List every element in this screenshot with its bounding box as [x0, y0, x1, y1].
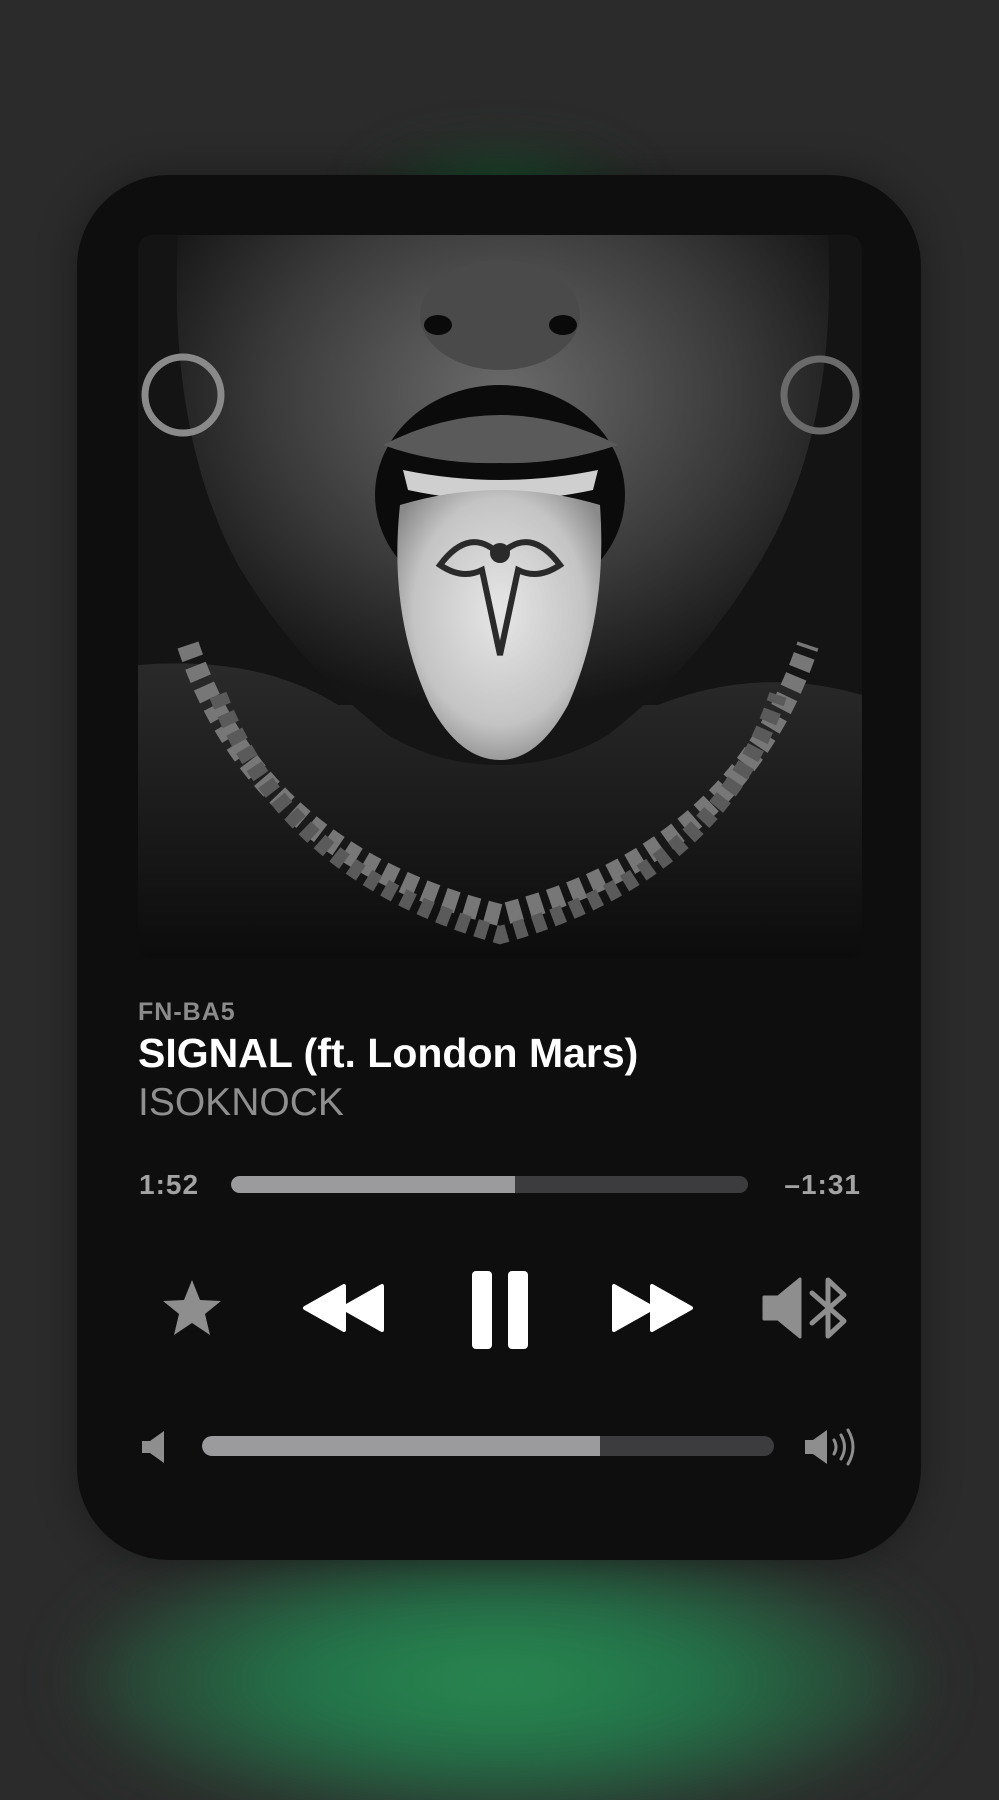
track-title: SIGNAL (ft. London Mars): [138, 1030, 639, 1076]
album-name: FN-BA5: [138, 998, 236, 1026]
volume-min-icon: [140, 1429, 170, 1465]
playback-progress-fill: [231, 1176, 516, 1193]
ambient-glow-bottom: [80, 1540, 920, 1800]
fast-forward-button[interactable]: [607, 1273, 697, 1343]
pause-icon: [471, 1271, 528, 1349]
volume-max-icon: [803, 1427, 859, 1467]
audio-output-button[interactable]: [760, 1268, 850, 1348]
now-playing-card: FN-BA5 SIGNAL (ft. London Mars) ISOKNOCK…: [77, 175, 921, 1560]
now-playing-screen: FN-BA5 SIGNAL (ft. London Mars) ISOKNOCK…: [0, 0, 999, 1800]
album-artwork: [138, 235, 862, 959]
fast-forward-icon: [612, 1284, 693, 1332]
playback-scrubber[interactable]: [231, 1176, 748, 1193]
favorite-button[interactable]: [157, 1273, 227, 1343]
pause-button[interactable]: [457, 1265, 542, 1355]
elapsed-time: 1:52: [139, 1169, 200, 1200]
artist-name[interactable]: ISOKNOCK: [138, 1081, 344, 1125]
rewind-icon: [303, 1284, 384, 1332]
speaker-bluetooth-icon: [762, 1277, 847, 1339]
rewind-button[interactable]: [299, 1273, 389, 1343]
star-icon: [163, 1280, 221, 1335]
remaining-time: –1:31: [784, 1169, 861, 1200]
volume-slider[interactable]: [202, 1436, 774, 1456]
volume-level-fill: [202, 1436, 600, 1456]
